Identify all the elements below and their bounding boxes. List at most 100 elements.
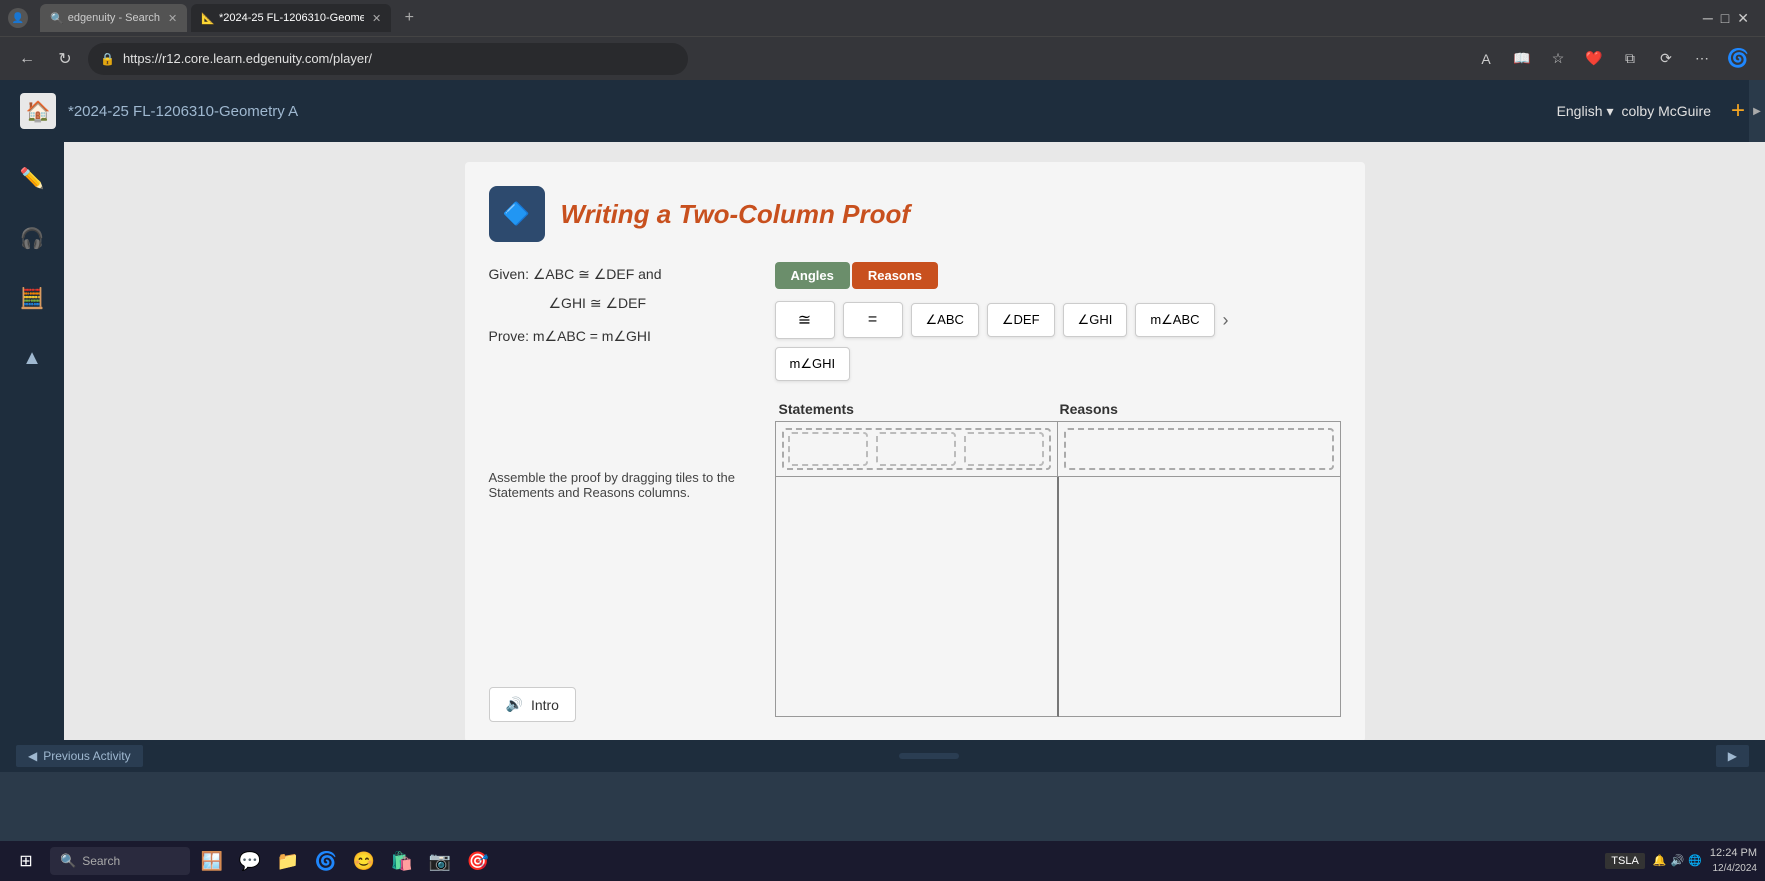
tab-search[interactable]: 🔍 edgenuity - Search ✕ [40, 4, 187, 32]
taskbar-edge-icon[interactable]: 🌀 [310, 845, 342, 877]
tile-equals-label: = [868, 311, 877, 328]
reading-view-icon[interactable]: 📖 [1507, 44, 1537, 74]
tile-def[interactable]: ∠DEF [987, 303, 1055, 337]
tray-icon-3: 🌐 [1688, 854, 1702, 867]
tab-geometry-close[interactable]: ✕ [372, 12, 381, 25]
taskbar-search[interactable]: 🔍 Search [50, 847, 190, 875]
given-line2: ∠GHI ≅ ∠DEF [489, 291, 759, 316]
taskbar-widgets-icon[interactable]: 🪟 [196, 845, 228, 877]
tile-mghi-label: m∠GHI [790, 356, 836, 371]
previous-activity-button[interactable]: ◀ Previous Activity [16, 745, 143, 767]
speaker-icon: 🔊 [506, 696, 523, 713]
time-text: 12:24 PM [1710, 846, 1757, 861]
taskbar: ⊞ 🔍 Search 🪟 💬 📁 🌀 😊 🛍️ 📷 🎯 TSLA 🔔 🔊 🌐 1… [0, 841, 1765, 881]
intro-label: Intro [531, 697, 559, 713]
tab-geometry-favicon: 📐 [201, 12, 215, 25]
tray-icon-2: 🔊 [1671, 854, 1685, 867]
url-text: https://r12.core.learn.edgenuity.com/pla… [123, 51, 372, 66]
bottom-nav: ◀ Previous Activity ▶ [0, 740, 1765, 772]
tray-icons: 🔔 🔊 🌐 [1653, 854, 1702, 867]
sidebar: ✏️ 🎧 🧮 ▲ [0, 142, 64, 740]
sidebar-calculator-button[interactable]: 🧮 [12, 278, 52, 318]
add-button[interactable]: + [1731, 97, 1745, 125]
collections-icon[interactable]: ⧉ [1615, 44, 1645, 74]
taskbar-store-icon[interactable]: 🛍️ [386, 845, 418, 877]
edge-icon[interactable]: 🌀 [1723, 44, 1753, 74]
bookmark-icon[interactable]: ☆ [1543, 44, 1573, 74]
main-layout: ✏️ 🎧 🧮 ▲ 🔷 Writing a Two-Column Proof Gi… [0, 142, 1765, 740]
lock-icon: 🔒 [100, 52, 115, 66]
taskbar-chat-icon[interactable]: 💬 [234, 845, 266, 877]
proof-statements-body[interactable] [775, 477, 1059, 717]
app-logo: 🏠 [20, 93, 56, 129]
start-button[interactable]: ⊞ [8, 843, 44, 879]
back-button[interactable]: ← [12, 44, 42, 74]
intro-button[interactable]: 🔊 Intro [489, 687, 576, 722]
sidebar-up-button[interactable]: ▲ [12, 338, 52, 378]
drop-zone-inner-2 [876, 432, 956, 466]
given-prove: Given: ∠ABC ≅ ∠DEF and ∠GHI ≅ ∠DEF Prove… [489, 262, 759, 350]
statements-drop-zone[interactable] [782, 428, 1052, 470]
tiles-next-arrow[interactable]: › [1223, 310, 1229, 331]
prev-arrow-icon: ◀ [28, 749, 37, 763]
tiles-section: Angles Reasons ≅ = ∠ABC ∠DEF ∠GHI m∠ABC … [759, 262, 1341, 717]
more-options-icon[interactable]: ⋯ [1687, 44, 1717, 74]
taskbar-folder-icon[interactable]: 📁 [272, 845, 304, 877]
tile-def-label: ∠DEF [1002, 312, 1040, 327]
given-line1: Given: ∠ABC ≅ ∠DEF and [489, 262, 759, 287]
reasons-drop-area[interactable] [1058, 422, 1340, 476]
reasons-header: Reasons [1060, 401, 1341, 417]
tile-mabc[interactable]: m∠ABC [1135, 303, 1214, 337]
lesson-header: 🔷 Writing a Two-Column Proof [489, 186, 1341, 242]
language-selector[interactable]: English ▾ [1557, 103, 1614, 120]
lesson-title: Writing a Two-Column Proof [561, 199, 911, 230]
tab-geometry[interactable]: 📐 *2024-25 FL-1206310-Geometry ✕ [191, 4, 391, 32]
tiles-row-1: ≅ = ∠ABC ∠DEF ∠GHI m∠ABC › [775, 301, 1341, 339]
tile-abc[interactable]: ∠ABC [911, 303, 979, 337]
window-controls: ─ □ ✕ [1703, 10, 1757, 27]
tile-ghi[interactable]: ∠GHI [1063, 303, 1128, 337]
statements-drop-area[interactable] [776, 422, 1059, 476]
next-activity-button[interactable]: ▶ [1716, 745, 1749, 767]
time-display: 12:24 PM 12/4/2024 [1710, 846, 1757, 875]
reasons-drop-zone[interactable] [1064, 428, 1334, 470]
tile-congruent-label: ≅ [798, 312, 811, 329]
close-button[interactable]: ✕ [1737, 10, 1749, 27]
tile-equals[interactable]: = [843, 302, 903, 338]
tile-ghi-label: ∠GHI [1078, 312, 1113, 327]
taskbar-app9-icon[interactable]: 🎯 [462, 845, 494, 877]
address-bar[interactable]: 🔒 https://r12.core.learn.edgenuity.com/p… [88, 43, 688, 75]
reader-mode-icon[interactable]: A [1471, 44, 1501, 74]
tile-mghi[interactable]: m∠GHI [775, 347, 851, 381]
drop-zone-inner-1 [788, 432, 868, 466]
angles-tab[interactable]: Angles [775, 262, 850, 289]
maximize-button[interactable]: □ [1721, 10, 1729, 26]
proof-table-headers: Statements Reasons [775, 401, 1341, 417]
minimize-button[interactable]: ─ [1703, 10, 1713, 26]
tiles-row-2: m∠GHI [775, 347, 1341, 381]
profile-icon[interactable]: 👤 [8, 8, 28, 28]
tab-search-favicon: 🔍 [50, 12, 64, 25]
browser-sync-icon[interactable]: ⟳ [1651, 44, 1681, 74]
reasons-tab[interactable]: Reasons [852, 262, 938, 289]
scroll-indicator: ▶ [1749, 80, 1765, 142]
lesson-card: 🔷 Writing a Two-Column Proof Given: ∠ABC… [465, 162, 1365, 740]
try-it-icon: 🔷 [489, 186, 545, 242]
tsla-label: TSLA [1611, 855, 1639, 867]
tab-search-label: edgenuity - Search [68, 12, 160, 24]
new-tab-button[interactable]: + [395, 4, 423, 32]
proof-reasons-body[interactable] [1059, 477, 1341, 717]
tiles-tabs: Angles Reasons [775, 262, 1341, 289]
statements-header: Statements [779, 401, 1060, 417]
refresh-button[interactable]: ↻ [50, 44, 80, 74]
taskbar-people-icon[interactable]: 😊 [348, 845, 380, 877]
taskbar-photos-icon[interactable]: 📷 [424, 845, 456, 877]
sidebar-headphones-button[interactable]: 🎧 [12, 218, 52, 258]
app-header-right: English ▾ colby McGuire + [1557, 97, 1745, 125]
search-icon: 🔍 [60, 853, 76, 869]
tab-search-close[interactable]: ✕ [168, 12, 177, 25]
language-dropdown-icon: ▾ [1606, 103, 1613, 120]
sidebar-pencil-button[interactable]: ✏️ [12, 158, 52, 198]
tile-congruent[interactable]: ≅ [775, 301, 835, 339]
favorites-icon[interactable]: ❤️ [1579, 44, 1609, 74]
